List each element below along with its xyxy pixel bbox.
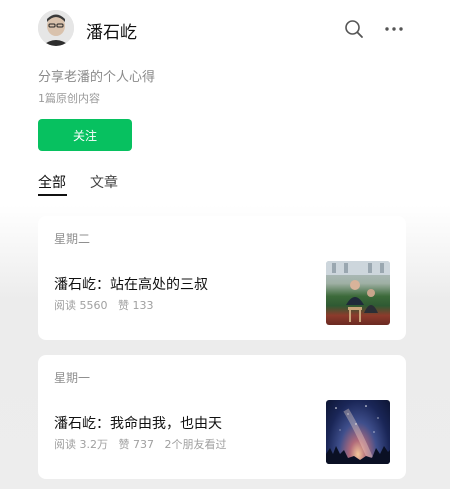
like-count: 赞 133: [118, 299, 154, 312]
active-tab-indicator: [38, 194, 67, 196]
like-count: 赞 737: [118, 438, 155, 451]
article-card[interactable]: 星期一 潘石屹：我命由我，也由天 阅读 3.2万 赞 737 2个朋友看过: [38, 355, 406, 479]
tab-all[interactable]: 全部: [38, 172, 66, 192]
read-count: 阅读 5560: [54, 299, 108, 312]
article-title[interactable]: 潘石屹：站在高处的三叔: [54, 274, 208, 294]
article-meta: 阅读 3.2万 赞 737 2个朋友看过: [54, 436, 234, 452]
original-count: 1篇原创内容: [38, 92, 100, 105]
account-description: 分享老潘的个人心得: [38, 70, 156, 85]
friends-viewed: 2个朋友看过: [164, 438, 227, 451]
read-count: 阅读 3.2万: [54, 438, 108, 451]
more-icon[interactable]: [383, 18, 405, 40]
article-thumbnail[interactable]: [326, 400, 390, 464]
follow-button[interactable]: 关注: [38, 119, 132, 151]
article-thumbnail[interactable]: [326, 261, 390, 325]
article-title[interactable]: 潘石屹：我命由我，也由天: [54, 413, 222, 433]
avatar[interactable]: [38, 10, 74, 46]
account-header: 潘石屹: [38, 10, 410, 48]
account-name: 潘石屹: [86, 23, 137, 43]
article-card[interactable]: 星期二 潘石屹：站在高处的三叔 阅读 5560 赞 133: [38, 216, 406, 340]
publish-day: 星期二: [54, 232, 91, 246]
tab-articles[interactable]: 文章: [90, 172, 118, 192]
search-icon[interactable]: [343, 18, 365, 40]
publish-day: 星期一: [54, 371, 91, 385]
article-meta: 阅读 5560 赞 133: [54, 297, 161, 313]
